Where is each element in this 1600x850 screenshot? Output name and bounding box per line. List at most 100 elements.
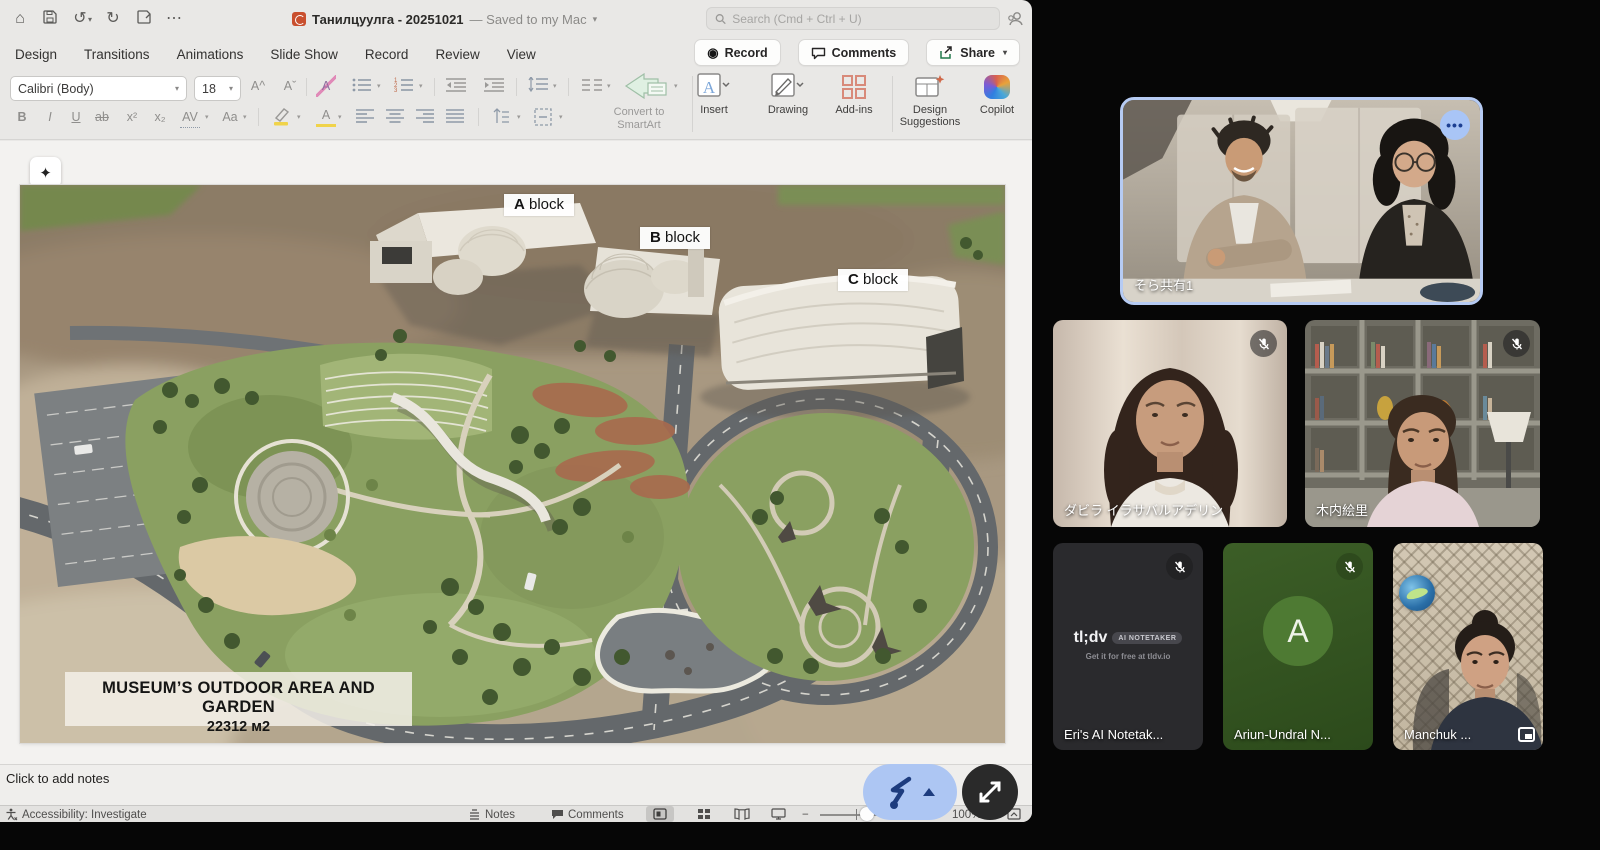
convert-smartart-caret-icon[interactable]: ▾ [674, 82, 678, 90]
save-icon[interactable] [40, 9, 60, 29]
title-caret-icon[interactable]: ▾ [593, 14, 598, 25]
design-suggestions-button[interactable]: Design Suggestions [898, 72, 962, 128]
search-box[interactable] [706, 7, 1000, 30]
video-tile-ai-notetaker[interactable]: tl;dv AI NOTETAKER Get it for free at tl… [1053, 543, 1203, 750]
align-right-button[interactable] [416, 108, 434, 124]
save-as-icon[interactable] [134, 9, 154, 29]
normal-view-button[interactable] [646, 806, 674, 822]
numbering-caret-icon[interactable]: ▾ [419, 82, 423, 90]
character-spacing-caret-icon[interactable]: ▾ [205, 113, 209, 121]
zoom-out-button[interactable]: − [802, 807, 809, 822]
justify-button[interactable] [446, 108, 464, 124]
numbering-button[interactable]: 123 [394, 77, 414, 93]
font-name-caret-icon: ▾ [175, 84, 179, 93]
change-case-caret-icon[interactable]: ▾ [243, 113, 247, 121]
increase-indent-button[interactable] [484, 77, 504, 93]
highlight-button[interactable] [272, 106, 292, 126]
line-spacing-caret-icon[interactable]: ▾ [553, 82, 557, 90]
addins-button[interactable]: Add-ins [828, 72, 880, 116]
drawing-button[interactable]: Drawing [760, 72, 816, 116]
mic-muted-icon [1250, 330, 1277, 357]
align-text-button[interactable] [534, 108, 552, 126]
slide-sorter-view-button[interactable] [690, 806, 718, 822]
a-block-label[interactable]: A block [504, 194, 574, 216]
tab-record[interactable]: Record [365, 47, 409, 62]
decrease-font-size-button[interactable]: Aˇ [280, 75, 300, 97]
subscript-button[interactable]: x₂ [150, 106, 170, 128]
convert-smartart-label[interactable]: Convert to SmartArt [598, 106, 680, 132]
notes-toggle[interactable]: Notes [468, 807, 515, 822]
copilot-label: Copilot [968, 104, 1026, 116]
highlight-caret-icon[interactable]: ▾ [297, 113, 301, 121]
font-size-combo[interactable]: 18 ▾ [194, 76, 241, 101]
text-direction-button[interactable] [492, 108, 510, 126]
video-tile-shared-room[interactable]: ••• そら共有1 [1120, 97, 1483, 305]
video-tile-davila[interactable]: ダビラ イラサバルアデリン [1053, 320, 1287, 527]
clear-formatting-button[interactable]: A [316, 75, 336, 97]
align-left-button[interactable] [356, 108, 374, 124]
c-block-label[interactable]: C block [838, 269, 908, 291]
bullets-button[interactable] [352, 77, 372, 93]
redo-icon[interactable]: ↻ [103, 9, 123, 29]
strikethrough-button[interactable]: ab [92, 106, 112, 128]
columns-button[interactable] [582, 77, 602, 93]
slideshow-view-button[interactable] [764, 806, 792, 822]
undo-icon[interactable]: ↺ [70, 9, 90, 29]
reading-view-button[interactable] [728, 806, 756, 822]
record-button-label: Record [725, 46, 768, 60]
character-spacing-button[interactable]: AV [180, 106, 200, 128]
font-color-caret-icon[interactable]: ▾ [338, 113, 342, 121]
italic-button[interactable]: I [40, 106, 60, 128]
powerpoint-doc-icon [292, 12, 306, 26]
document-title-group[interactable]: Танилцуулга - 20251021 — Saved to my Mac… [292, 9, 597, 29]
font-color-button[interactable]: A [316, 106, 336, 127]
increase-font-size-button[interactable]: A^ [248, 75, 268, 97]
annotation-tool-button[interactable] [863, 764, 957, 820]
change-case-button[interactable]: Aa [220, 106, 240, 128]
video-tile-kiuchi[interactable]: 木内絵里 [1305, 320, 1540, 527]
align-center-button[interactable] [386, 108, 404, 124]
tab-transitions[interactable]: Transitions [84, 47, 150, 62]
record-button[interactable]: ◉ Record [694, 39, 780, 66]
tab-animations[interactable]: Animations [177, 47, 244, 62]
align-text-caret-icon[interactable]: ▾ [559, 113, 563, 121]
accessibility-status[interactable]: Accessibility: Investigate [5, 807, 147, 822]
search-input[interactable] [732, 12, 991, 26]
zoom-slider-tick [856, 809, 857, 820]
designer-sparkle-button[interactable]: ✦ [30, 157, 61, 188]
undo-caret-icon[interactable]: ▾ [88, 15, 92, 24]
columns-caret-icon[interactable]: ▾ [607, 82, 611, 90]
tab-design[interactable]: Design [15, 47, 57, 62]
more-commands-icon[interactable]: ⋯ [164, 9, 184, 29]
text-direction-caret-icon[interactable]: ▾ [517, 113, 521, 121]
fullscreen-expand-button[interactable] [962, 764, 1018, 820]
share-button[interactable]: Share ▾ [926, 39, 1020, 66]
font-name-combo[interactable]: Calibri (Body) ▾ [10, 76, 187, 101]
picture-in-picture-icon[interactable] [1518, 727, 1535, 742]
bullets-caret-icon[interactable]: ▾ [377, 82, 381, 90]
comments-toggle[interactable]: Comments [551, 807, 624, 822]
bold-button[interactable]: B [12, 106, 32, 128]
video-tile-manchuk[interactable]: Manchuk ... [1393, 543, 1543, 750]
video-tile-ariun-undral[interactable]: A Ariun-Undral N... [1223, 543, 1373, 750]
underline-button[interactable]: U [66, 106, 86, 128]
decrease-indent-button[interactable] [446, 77, 466, 93]
tab-view[interactable]: View [507, 47, 536, 62]
slide-canvas[interactable]: A block B block C block MUSEUM’S OUTDOOR… [20, 185, 1005, 743]
home-icon[interactable]: ⌂ [10, 9, 30, 29]
presence-share-icon[interactable] [1005, 9, 1025, 29]
line-spacing-button[interactable] [528, 77, 548, 93]
tab-slide-show[interactable]: Slide Show [270, 47, 338, 62]
insert-button[interactable]: A Insert [686, 72, 742, 116]
tab-review[interactable]: Review [435, 47, 479, 62]
comments-button[interactable]: Comments [798, 39, 910, 66]
superscript-button[interactable]: x² [122, 106, 142, 128]
convert-smartart-icon[interactable] [624, 73, 670, 99]
b-block-label[interactable]: B block [640, 227, 710, 249]
mic-muted-icon [1336, 553, 1363, 580]
slide-caption[interactable]: MUSEUM’S OUTDOOR AREA AND GARDEN 22312 м… [65, 672, 412, 726]
copilot-button[interactable]: Copilot [968, 72, 1026, 116]
svg-text:A: A [703, 78, 716, 97]
share-icon [939, 45, 954, 60]
tile-more-options-button[interactable]: ••• [1440, 110, 1470, 140]
